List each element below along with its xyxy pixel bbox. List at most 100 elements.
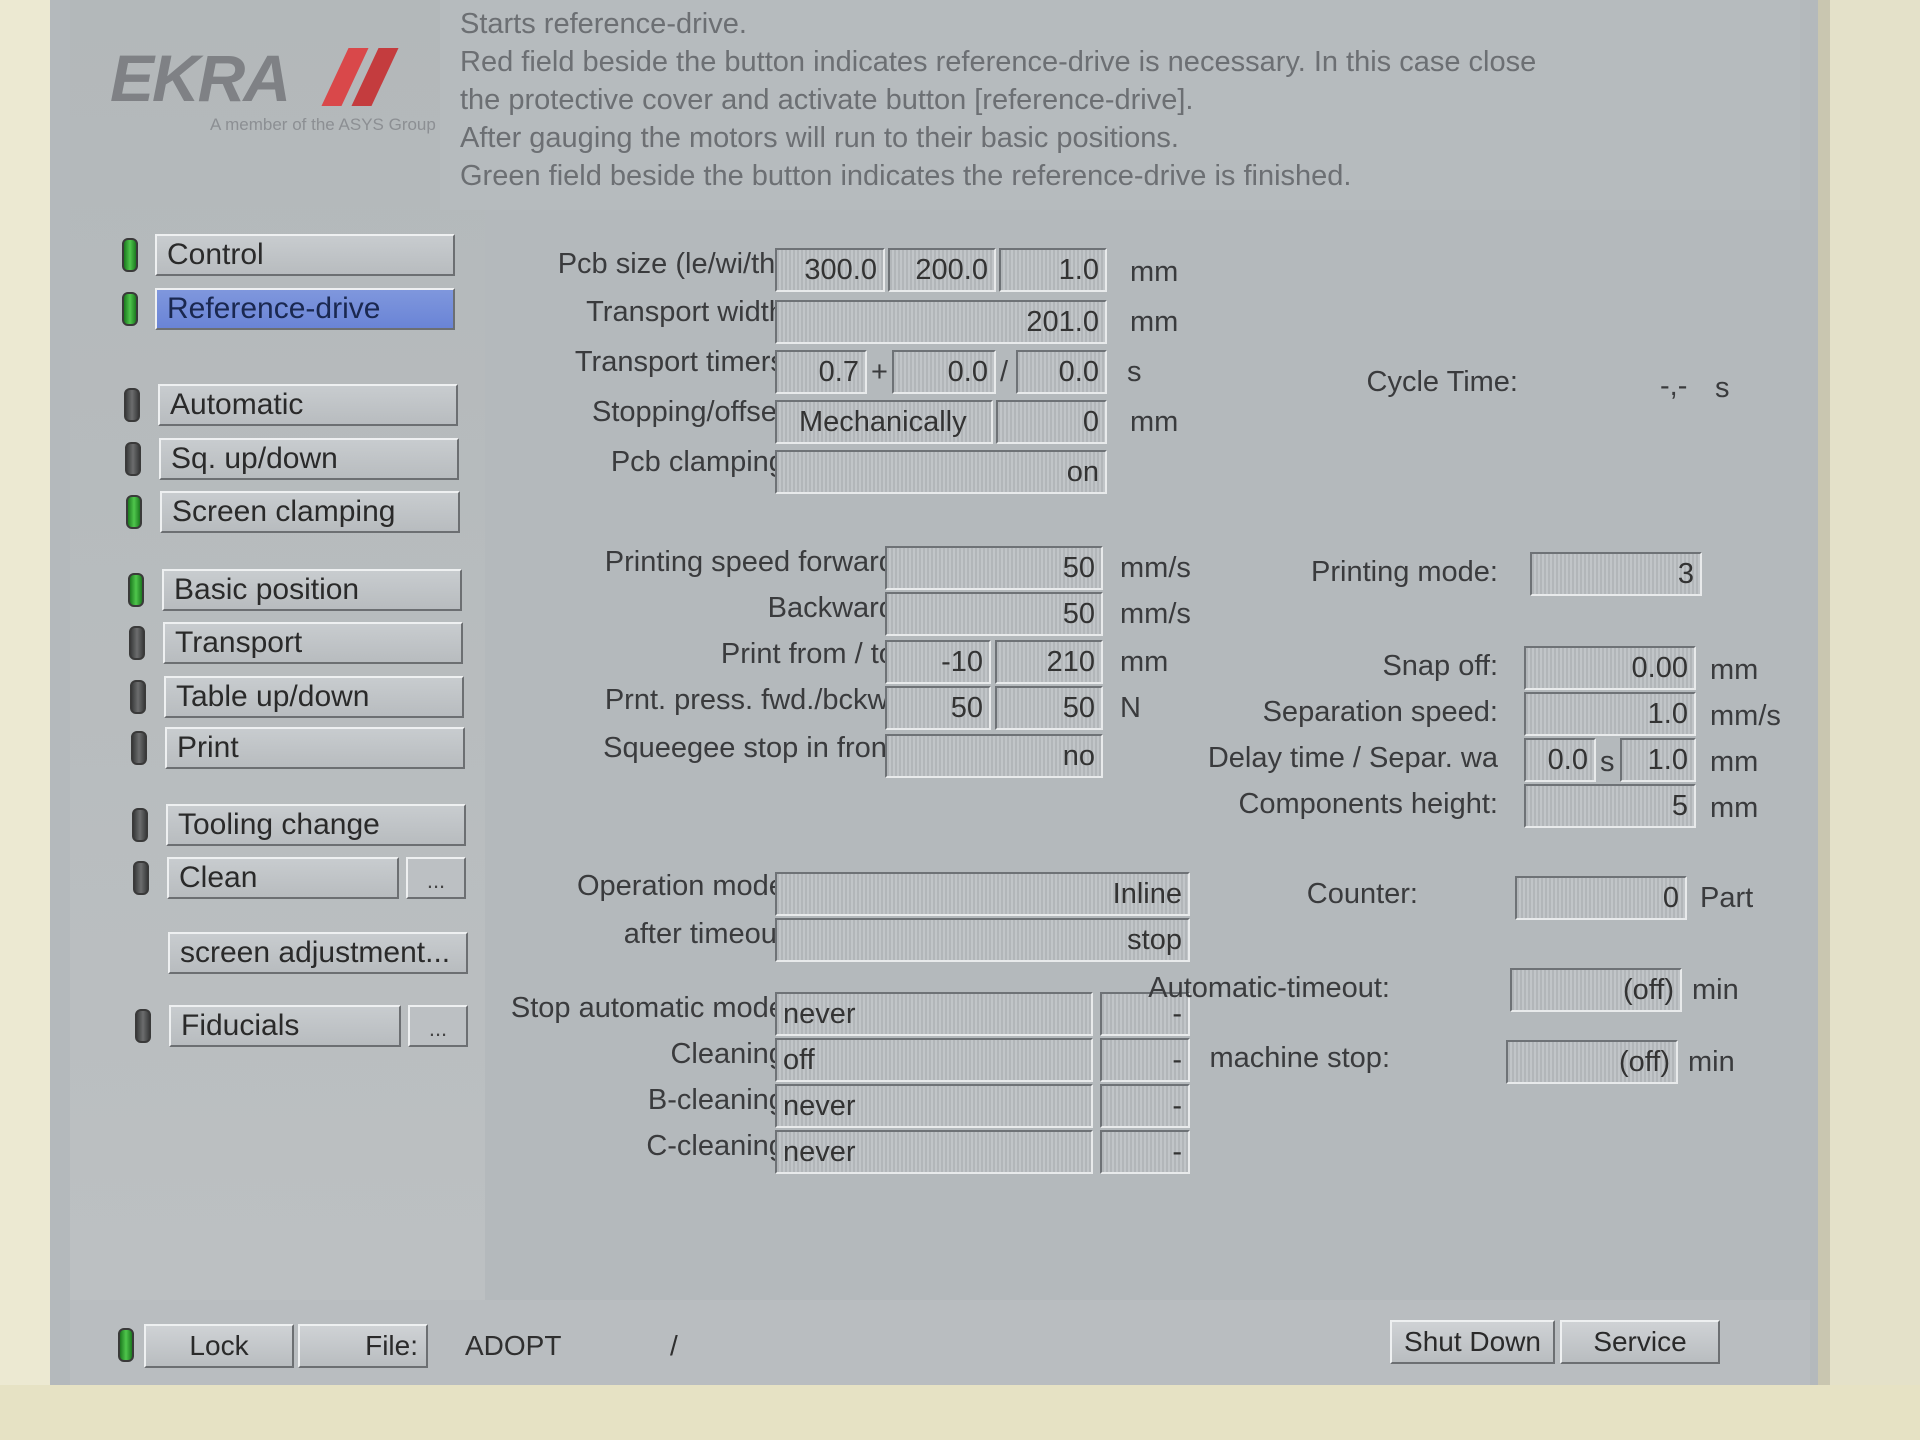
- pcb-thickness-field[interactable]: 1.0: [999, 248, 1107, 292]
- table-updown-button[interactable]: Table up/down: [164, 676, 464, 718]
- automatic-timeout-label: Automatic-timeout:: [1148, 972, 1390, 1004]
- transport-timer-3-field[interactable]: 0.0: [1016, 350, 1107, 394]
- clean-more-button[interactable]: ...: [406, 857, 466, 899]
- b-cleaning-label: B-cleaning:: [647, 1084, 793, 1116]
- b-cleaning-field[interactable]: never: [775, 1084, 1093, 1128]
- transport-timers-unit: s: [1127, 356, 1142, 388]
- print-pressure-backward-field[interactable]: 50: [995, 686, 1103, 730]
- status-led-fiducials: [135, 1009, 151, 1043]
- monitor-bezel-bottom: [0, 1385, 1920, 1440]
- delay-time-field[interactable]: 0.0: [1524, 738, 1596, 782]
- squeegee-stop-field[interactable]: no: [885, 734, 1103, 778]
- components-height-unit: mm: [1710, 792, 1759, 824]
- monitor-bezel-right: [1830, 0, 1920, 1440]
- logo-text: EKRA: [110, 41, 291, 115]
- reference-drive-button[interactable]: Reference-drive: [155, 288, 455, 330]
- print-button[interactable]: Print: [165, 727, 465, 769]
- print-pressure-forward-field[interactable]: 50: [885, 686, 991, 730]
- cleaning-field[interactable]: off: [775, 1038, 1093, 1082]
- print-from-field[interactable]: -10: [885, 640, 991, 684]
- ekra-logo: EKRA A member of the ASYS Group: [110, 40, 470, 150]
- pcb-clamping-label: Pcb clamping:: [610, 446, 793, 478]
- stopping-mode-field[interactable]: Mechanically: [775, 400, 993, 444]
- pcb-length-field[interactable]: 300.0: [775, 248, 885, 292]
- printing-speed-forward-field[interactable]: 50: [885, 546, 1103, 590]
- basic-position-button[interactable]: Basic position: [162, 569, 462, 611]
- separation-speed-unit: mm/s: [1710, 700, 1781, 732]
- timer-slash-sign: /: [1000, 356, 1009, 388]
- info-line: Starts reference-drive.: [460, 8, 747, 40]
- control-button[interactable]: Control: [155, 234, 455, 276]
- sq-updown-button[interactable]: Sq. up/down: [159, 438, 459, 480]
- lock-button[interactable]: Lock: [144, 1324, 294, 1368]
- counter-field[interactable]: 0: [1515, 876, 1687, 920]
- machine-stop-unit: min: [1688, 1046, 1735, 1078]
- left-panel: EKRA A member of the ASYS Group Control …: [70, 0, 485, 1300]
- status-led-lock: [118, 1328, 134, 1362]
- tooling-change-button[interactable]: Tooling change: [166, 804, 466, 846]
- status-led-control: [122, 238, 138, 272]
- monitor-bezel-left: [0, 0, 50, 1440]
- printing-mode-field[interactable]: 3: [1530, 552, 1702, 596]
- c-cleaning-label: C-cleaning:: [646, 1130, 793, 1162]
- status-led-tooling-change: [132, 808, 148, 842]
- snap-off-field[interactable]: 0.00: [1524, 646, 1696, 690]
- separation-speed-field[interactable]: 1.0: [1524, 692, 1696, 736]
- pcb-clamping-field[interactable]: on: [775, 450, 1107, 494]
- counter-label: Counter:: [1306, 878, 1418, 910]
- stop-automatic-mode-field[interactable]: never: [775, 992, 1093, 1036]
- stopping-offset-field[interactable]: 0: [996, 400, 1107, 444]
- c-cleaning-extra-field[interactable]: -: [1100, 1130, 1190, 1174]
- components-height-field[interactable]: 5: [1524, 784, 1696, 828]
- pcb-size-label: Pcb size (le/wi/th):: [557, 248, 793, 280]
- logo-tagline: A member of the ASYS Group: [210, 115, 436, 134]
- components-height-label: Components height:: [1238, 788, 1498, 820]
- operation-mode-label: Operation mode:: [576, 870, 793, 902]
- status-led-clean: [133, 861, 149, 895]
- snap-off-label: Snap off:: [1382, 650, 1498, 682]
- print-from-to-unit: mm: [1120, 646, 1169, 678]
- clean-button[interactable]: Clean: [167, 857, 399, 899]
- c-cleaning-field[interactable]: never: [775, 1130, 1093, 1174]
- machine-stop-field[interactable]: (off): [1506, 1040, 1678, 1084]
- status-led-screen-clamping: [126, 495, 142, 529]
- printing-mode-label: Printing mode:: [1311, 556, 1498, 588]
- transport-width-field[interactable]: 201.0: [775, 300, 1107, 344]
- transport-width-label: Transport width:: [586, 296, 793, 328]
- status-led-automatic: [124, 388, 140, 422]
- after-timeout-field[interactable]: stop: [775, 918, 1190, 962]
- cycle-time-label: Cycle Time:: [1366, 366, 1518, 398]
- after-timeout-label: after timeout:: [623, 918, 793, 950]
- automatic-timeout-field[interactable]: (off): [1510, 968, 1682, 1012]
- separation-speed-label: Separation speed:: [1262, 696, 1498, 728]
- shut-down-button[interactable]: Shut Down: [1390, 1320, 1555, 1364]
- fiducials-button[interactable]: Fiducials: [169, 1005, 401, 1047]
- info-line: the protective cover and activate button…: [460, 84, 1194, 116]
- bottom-toolbar: Lock File: ADOPT / Shut Down Service: [70, 1300, 1810, 1390]
- automatic-button[interactable]: Automatic: [158, 384, 458, 426]
- b-cleaning-extra-field[interactable]: -: [1100, 1084, 1190, 1128]
- separation-way-field[interactable]: 1.0: [1620, 738, 1696, 782]
- pcb-width-field[interactable]: 200.0: [888, 248, 996, 292]
- file-button[interactable]: File:: [298, 1324, 428, 1368]
- counter-unit: Part: [1700, 882, 1754, 914]
- machine-stop-label: machine stop:: [1209, 1042, 1390, 1074]
- fiducials-more-button[interactable]: ...: [408, 1005, 468, 1047]
- backward-speed-field[interactable]: 50: [885, 592, 1103, 636]
- transport-timer-1-field[interactable]: 0.7: [775, 350, 867, 394]
- program-name: ADOPT: [465, 1330, 562, 1361]
- screen-clamping-button[interactable]: Screen clamping: [160, 491, 460, 533]
- transport-button[interactable]: Transport: [163, 622, 463, 664]
- cleaning-extra-field[interactable]: -: [1100, 1038, 1190, 1082]
- delay-time-unit: s: [1600, 746, 1615, 778]
- print-pressure-label: Prnt. press. fwd./bckw.:: [604, 684, 903, 716]
- automatic-timeout-unit: min: [1692, 974, 1739, 1006]
- service-button[interactable]: Service: [1560, 1320, 1720, 1364]
- cycle-time-value: -,-: [1660, 370, 1688, 402]
- operation-mode-field[interactable]: Inline: [775, 872, 1190, 916]
- print-to-field[interactable]: 210: [995, 640, 1103, 684]
- transport-timers-label: Transport timers:: [574, 346, 793, 378]
- transport-timer-2-field[interactable]: 0.0: [892, 350, 996, 394]
- screen-adjustment-button[interactable]: screen adjustment...: [168, 932, 468, 974]
- status-led-reference-drive: [122, 292, 138, 326]
